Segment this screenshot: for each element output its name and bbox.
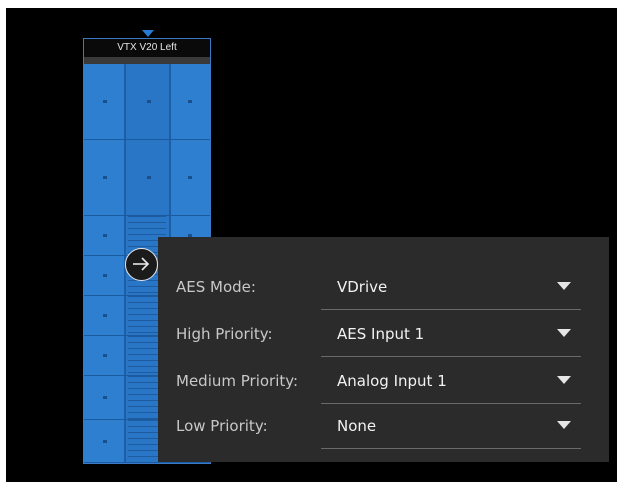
high-priority-dropdown[interactable]: AES Input 1 xyxy=(321,311,581,357)
low-priority-value: None xyxy=(337,417,377,435)
low-priority-label: Low Priority: xyxy=(176,417,268,435)
medium-priority-value: Analog Input 1 xyxy=(337,372,447,390)
medium-priority-row: Medium Priority: Analog Input 1 xyxy=(158,358,609,404)
aes-mode-label: AES Mode: xyxy=(176,278,256,296)
caret-down-icon xyxy=(557,421,571,429)
caret-down-icon xyxy=(557,376,571,384)
high-priority-value: AES Input 1 xyxy=(337,325,425,343)
selection-pointer-icon xyxy=(142,30,154,37)
aes-mode-value: VDrive xyxy=(337,278,388,296)
speaker-rigging-bar xyxy=(84,57,210,64)
high-priority-label: High Priority: xyxy=(176,325,273,343)
speaker-cabinet xyxy=(84,64,210,140)
arrow-right-icon xyxy=(133,257,150,271)
medium-priority-dropdown[interactable]: Analog Input 1 xyxy=(321,358,581,404)
caret-down-icon xyxy=(557,282,571,290)
caret-down-icon xyxy=(557,329,571,337)
low-priority-row: Low Priority: None xyxy=(158,403,609,449)
speaker-cabinet xyxy=(84,140,210,216)
aes-mode-row: AES Mode: VDrive xyxy=(158,264,609,310)
canvas-area: VTX V20 Left AES Mode: VDrive High Prior… xyxy=(6,8,617,482)
high-priority-row: High Priority: AES Input 1 xyxy=(158,311,609,357)
input-priority-panel: AES Mode: VDrive High Priority: AES Inpu… xyxy=(158,237,609,462)
low-priority-dropdown[interactable]: None xyxy=(321,403,581,449)
aes-mode-dropdown[interactable]: VDrive xyxy=(321,264,581,310)
speaker-title: VTX V20 Left xyxy=(84,39,210,57)
arrow-right-circle-button[interactable] xyxy=(125,248,158,281)
medium-priority-label: Medium Priority: xyxy=(176,372,299,390)
